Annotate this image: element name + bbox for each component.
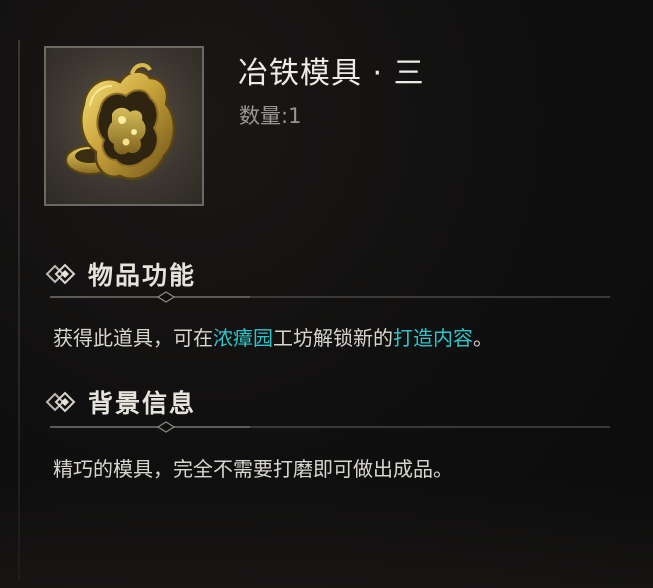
section-description-background: 精巧的模具，完全不需要打磨即可做出成品。 bbox=[53, 457, 453, 481]
section-title: 背景信息 bbox=[88, 389, 197, 418]
diamond-emblem-icon bbox=[45, 391, 76, 413]
section-header-background: 背景信息 bbox=[44, 382, 196, 422]
item-icon-frame bbox=[44, 46, 204, 206]
desc-text: 。 bbox=[473, 326, 493, 350]
item-name: 冶铁模具 · 三 bbox=[238, 56, 425, 91]
section-description-function: 获得此道具，可在浓瘴园工坊解锁新的打造内容。 bbox=[53, 322, 493, 351]
item-tooltip: 冶铁模具 · 三 数量:1 物品功能 获得此道具，可在浓瘴园工坊解锁新的打造内容… bbox=[0, 0, 653, 588]
background-shade bbox=[0, 478, 653, 588]
desc-text: 工坊解锁新的 bbox=[273, 326, 393, 350]
location-link: 浓瘴园 bbox=[213, 326, 273, 350]
section-header-function: 物品功能 bbox=[44, 254, 196, 294]
section-title: 物品功能 bbox=[88, 261, 197, 290]
gold-mold-icon bbox=[65, 63, 176, 181]
section-divider bbox=[50, 421, 610, 433]
diamond-emblem-icon bbox=[45, 263, 76, 285]
crafting-link: 打造内容 bbox=[393, 326, 473, 350]
item-quantity: 数量:1 bbox=[239, 104, 302, 128]
desc-text: 获得此道具，可在 bbox=[53, 326, 213, 350]
section-divider bbox=[50, 291, 610, 303]
